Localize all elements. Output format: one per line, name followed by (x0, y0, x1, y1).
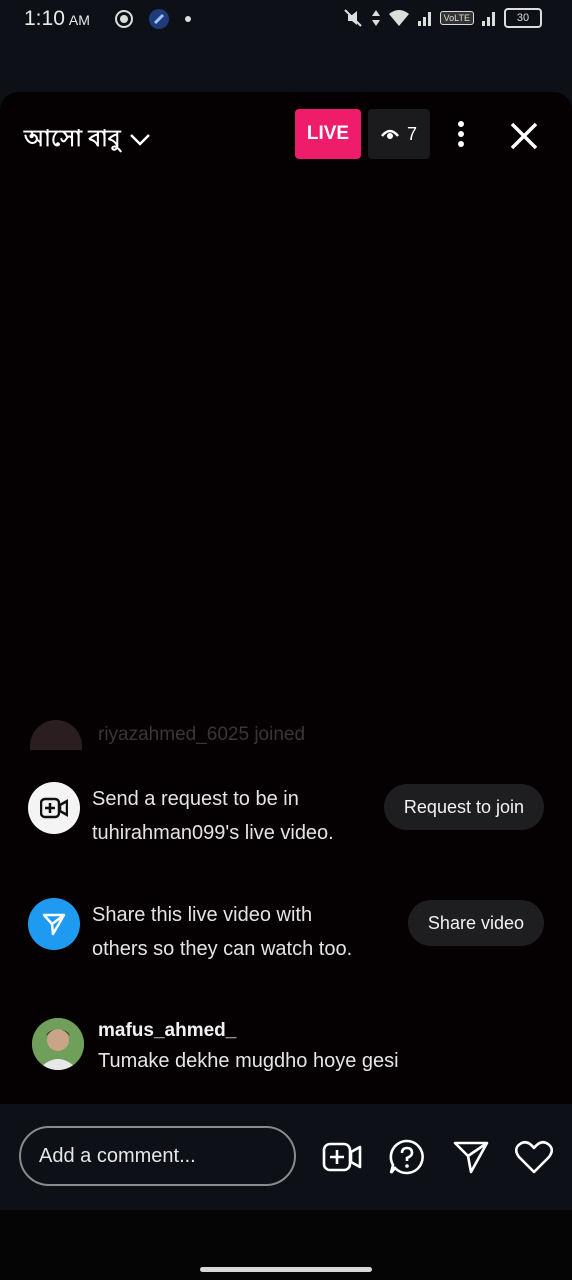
app-notification-icon (149, 9, 169, 29)
volte-badge: VoLTE (439, 11, 474, 25)
status-time-value: 1:10 (24, 7, 65, 30)
joined-notice: riyazahmed_6025 joined (30, 720, 305, 750)
video-add-icon (322, 1142, 362, 1172)
chevron-down-icon (129, 133, 150, 146)
screen-record-icon (115, 10, 133, 28)
avatar[interactable] (32, 1018, 84, 1070)
eye-icon (381, 129, 399, 139)
comment-message: Tumake dekhe mugdho hoye gesi (98, 1050, 399, 1072)
video-request-icon-wrap (28, 782, 80, 834)
data-arrows-icon (371, 10, 380, 26)
signal-2-icon (482, 12, 495, 26)
battery-icon: 30 (504, 8, 542, 28)
live-title-text: আসো বাবু (24, 125, 121, 151)
close-icon (510, 122, 538, 150)
question-icon (389, 1139, 424, 1175)
avatar-image (32, 1018, 84, 1070)
request-text: Send a request to be in tuhirahman099's … (92, 788, 334, 844)
home-indicator[interactable] (200, 1267, 372, 1272)
request-to-join-button[interactable]: Request to join (383, 784, 544, 830)
live-title[interactable]: আসো বাবু (24, 120, 151, 159)
share-video-row: Share this live video with others so the… (28, 898, 544, 966)
video-add-icon (40, 797, 68, 819)
video-add-button[interactable] (322, 1140, 362, 1174)
live-badge: LIVE (295, 109, 361, 159)
send-button[interactable] (451, 1140, 491, 1174)
comment-item: mafus_ahmed_ Tumake dekhe mugdho hoye ge… (32, 1018, 399, 1073)
share-text: Share this live video with others so the… (92, 904, 353, 960)
status-system-icons: VoLTE 30 (342, 7, 542, 29)
viewer-count-value: 7 (406, 123, 417, 144)
like-button[interactable] (514, 1140, 554, 1174)
comment-username[interactable]: mafus_ahmed_ (98, 1020, 399, 1042)
send-icon (453, 1141, 489, 1174)
bottom-bar: Add a comment... (0, 1104, 572, 1210)
request-to-join-row: Send a request to be in tuhirahman099's … (28, 782, 544, 850)
dot-icon (185, 16, 191, 22)
more-options-button[interactable] (448, 118, 474, 150)
status-notification-icons (114, 8, 192, 30)
mute-icon (343, 9, 362, 27)
close-button[interactable] (506, 118, 542, 154)
joined-text: riyazahmed_6025 joined (98, 724, 306, 745)
viewer-count[interactable]: 7 (368, 109, 430, 159)
share-video-button[interactable]: Share video (407, 900, 544, 946)
live-video-screen: আসো বাবু LIVE 7 riyazahmed_6025 joined S… (0, 92, 572, 1210)
signal-icon (417, 12, 431, 26)
status-ampm: AM (68, 12, 90, 28)
status-bar: 1:10 AM VoLTE 30 (0, 0, 572, 40)
heart-icon (515, 1140, 553, 1174)
wifi-icon (388, 10, 409, 26)
send-icon (42, 913, 66, 936)
more-icon (458, 121, 464, 147)
comment-input[interactable]: Add a comment... (19, 1126, 296, 1186)
system-nav-bar (0, 1210, 572, 1280)
question-button[interactable] (387, 1139, 427, 1175)
share-icon-wrap (28, 898, 80, 950)
status-time: 1:10 AM (24, 7, 90, 31)
avatar (30, 720, 82, 750)
